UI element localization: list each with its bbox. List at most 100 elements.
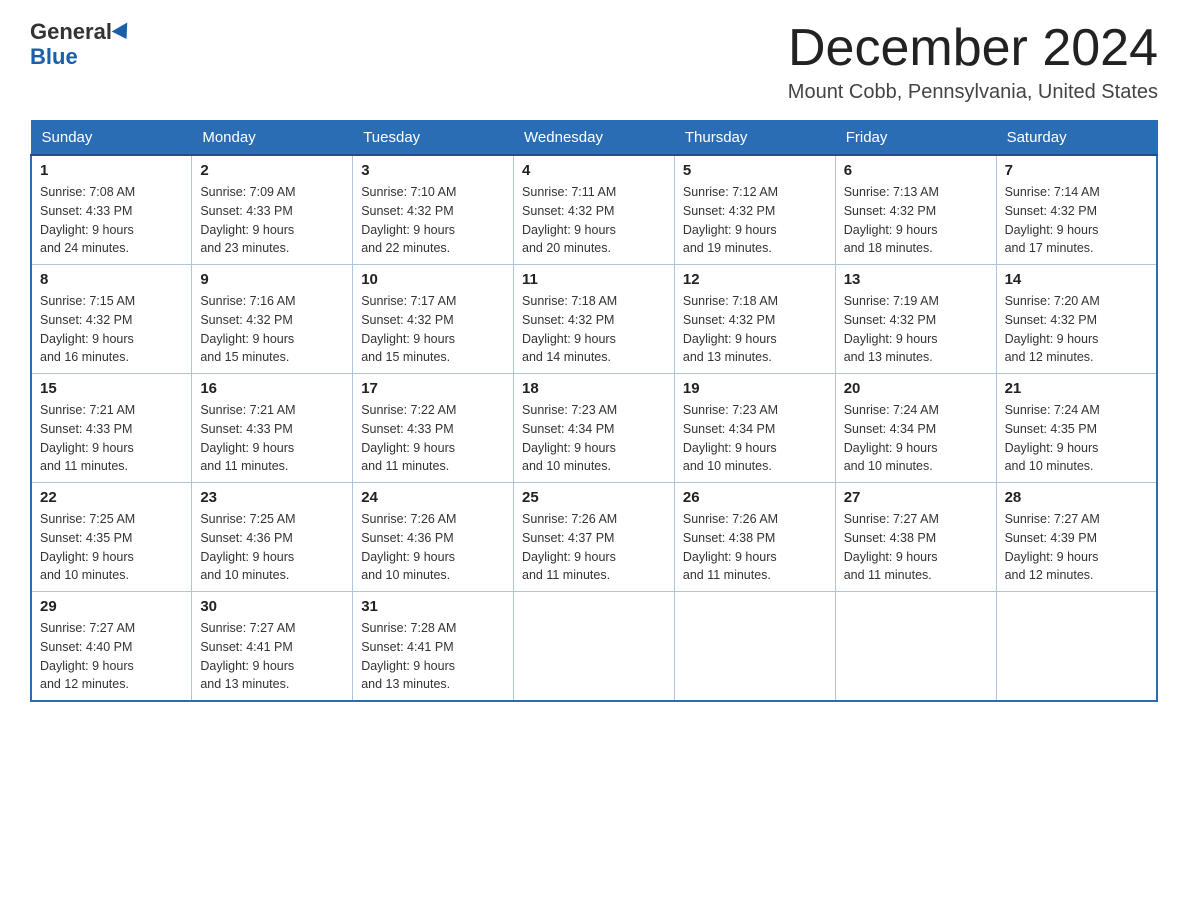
table-row: 28 Sunrise: 7:27 AM Sunset: 4:39 PM Dayl… [996, 483, 1157, 592]
table-row: 5 Sunrise: 7:12 AM Sunset: 4:32 PM Dayli… [674, 155, 835, 265]
day-number: 21 [1005, 380, 1148, 397]
table-row: 13 Sunrise: 7:19 AM Sunset: 4:32 PM Dayl… [835, 265, 996, 374]
logo-line2: Blue [30, 44, 78, 70]
day-number: 8 [40, 271, 183, 288]
day-info: Sunrise: 7:18 AM Sunset: 4:32 PM Dayligh… [683, 292, 827, 367]
day-number: 7 [1005, 162, 1148, 179]
day-info: Sunrise: 7:10 AM Sunset: 4:32 PM Dayligh… [361, 183, 505, 258]
day-info: Sunrise: 7:21 AM Sunset: 4:33 PM Dayligh… [40, 401, 183, 476]
day-info: Sunrise: 7:16 AM Sunset: 4:32 PM Dayligh… [200, 292, 344, 367]
table-row: 19 Sunrise: 7:23 AM Sunset: 4:34 PM Dayl… [674, 374, 835, 483]
col-friday: Friday [835, 121, 996, 156]
table-row [674, 592, 835, 702]
day-number: 3 [361, 162, 505, 179]
day-info: Sunrise: 7:28 AM Sunset: 4:41 PM Dayligh… [361, 619, 505, 694]
table-row: 1 Sunrise: 7:08 AM Sunset: 4:33 PM Dayli… [31, 155, 192, 265]
table-row: 25 Sunrise: 7:26 AM Sunset: 4:37 PM Dayl… [514, 483, 675, 592]
day-number: 30 [200, 598, 344, 615]
logo-triangle-icon [112, 23, 135, 44]
table-row: 6 Sunrise: 7:13 AM Sunset: 4:32 PM Dayli… [835, 155, 996, 265]
day-number: 5 [683, 162, 827, 179]
day-number: 6 [844, 162, 988, 179]
day-number: 15 [40, 380, 183, 397]
day-info: Sunrise: 7:24 AM Sunset: 4:35 PM Dayligh… [1005, 401, 1148, 476]
day-info: Sunrise: 7:27 AM Sunset: 4:38 PM Dayligh… [844, 510, 988, 585]
table-row: 22 Sunrise: 7:25 AM Sunset: 4:35 PM Dayl… [31, 483, 192, 592]
day-info: Sunrise: 7:19 AM Sunset: 4:32 PM Dayligh… [844, 292, 988, 367]
col-wednesday: Wednesday [514, 121, 675, 156]
table-row: 14 Sunrise: 7:20 AM Sunset: 4:32 PM Dayl… [996, 265, 1157, 374]
day-number: 28 [1005, 489, 1148, 506]
table-row: 7 Sunrise: 7:14 AM Sunset: 4:32 PM Dayli… [996, 155, 1157, 265]
day-info: Sunrise: 7:21 AM Sunset: 4:33 PM Dayligh… [200, 401, 344, 476]
day-info: Sunrise: 7:25 AM Sunset: 4:36 PM Dayligh… [200, 510, 344, 585]
day-number: 19 [683, 380, 827, 397]
day-number: 20 [844, 380, 988, 397]
day-number: 4 [522, 162, 666, 179]
table-row [835, 592, 996, 702]
day-info: Sunrise: 7:12 AM Sunset: 4:32 PM Dayligh… [683, 183, 827, 258]
day-info: Sunrise: 7:25 AM Sunset: 4:35 PM Dayligh… [40, 510, 183, 585]
table-row: 11 Sunrise: 7:18 AM Sunset: 4:32 PM Dayl… [514, 265, 675, 374]
col-tuesday: Tuesday [353, 121, 514, 156]
table-row [996, 592, 1157, 702]
day-info: Sunrise: 7:17 AM Sunset: 4:32 PM Dayligh… [361, 292, 505, 367]
day-number: 27 [844, 489, 988, 506]
table-row: 18 Sunrise: 7:23 AM Sunset: 4:34 PM Dayl… [514, 374, 675, 483]
table-row: 21 Sunrise: 7:24 AM Sunset: 4:35 PM Dayl… [996, 374, 1157, 483]
table-row [514, 592, 675, 702]
table-row: 10 Sunrise: 7:17 AM Sunset: 4:32 PM Dayl… [353, 265, 514, 374]
day-info: Sunrise: 7:26 AM Sunset: 4:38 PM Dayligh… [683, 510, 827, 585]
day-number: 1 [40, 162, 183, 179]
day-info: Sunrise: 7:18 AM Sunset: 4:32 PM Dayligh… [522, 292, 666, 367]
day-info: Sunrise: 7:27 AM Sunset: 4:41 PM Dayligh… [200, 619, 344, 694]
day-info: Sunrise: 7:15 AM Sunset: 4:32 PM Dayligh… [40, 292, 183, 367]
table-row: 2 Sunrise: 7:09 AM Sunset: 4:33 PM Dayli… [192, 155, 353, 265]
col-thursday: Thursday [674, 121, 835, 156]
day-number: 17 [361, 380, 505, 397]
table-row: 27 Sunrise: 7:27 AM Sunset: 4:38 PM Dayl… [835, 483, 996, 592]
day-number: 23 [200, 489, 344, 506]
table-row: 8 Sunrise: 7:15 AM Sunset: 4:32 PM Dayli… [31, 265, 192, 374]
day-info: Sunrise: 7:13 AM Sunset: 4:32 PM Dayligh… [844, 183, 988, 258]
day-info: Sunrise: 7:23 AM Sunset: 4:34 PM Dayligh… [522, 401, 666, 476]
day-number: 25 [522, 489, 666, 506]
day-number: 22 [40, 489, 183, 506]
calendar-week-row: 1 Sunrise: 7:08 AM Sunset: 4:33 PM Dayli… [31, 155, 1157, 265]
table-row: 30 Sunrise: 7:27 AM Sunset: 4:41 PM Dayl… [192, 592, 353, 702]
col-saturday: Saturday [996, 121, 1157, 156]
day-info: Sunrise: 7:14 AM Sunset: 4:32 PM Dayligh… [1005, 183, 1148, 258]
table-row: 23 Sunrise: 7:25 AM Sunset: 4:36 PM Dayl… [192, 483, 353, 592]
day-number: 12 [683, 271, 827, 288]
day-number: 16 [200, 380, 344, 397]
table-row: 9 Sunrise: 7:16 AM Sunset: 4:32 PM Dayli… [192, 265, 353, 374]
month-title: December 2024 [788, 20, 1158, 77]
day-number: 9 [200, 271, 344, 288]
table-row: 29 Sunrise: 7:27 AM Sunset: 4:40 PM Dayl… [31, 592, 192, 702]
day-number: 24 [361, 489, 505, 506]
logo: General Blue [30, 20, 132, 70]
day-info: Sunrise: 7:26 AM Sunset: 4:36 PM Dayligh… [361, 510, 505, 585]
table-row: 3 Sunrise: 7:10 AM Sunset: 4:32 PM Dayli… [353, 155, 514, 265]
calendar-week-row: 22 Sunrise: 7:25 AM Sunset: 4:35 PM Dayl… [31, 483, 1157, 592]
day-info: Sunrise: 7:27 AM Sunset: 4:39 PM Dayligh… [1005, 510, 1148, 585]
table-row: 20 Sunrise: 7:24 AM Sunset: 4:34 PM Dayl… [835, 374, 996, 483]
calendar-week-row: 8 Sunrise: 7:15 AM Sunset: 4:32 PM Dayli… [31, 265, 1157, 374]
day-number: 18 [522, 380, 666, 397]
table-row: 26 Sunrise: 7:26 AM Sunset: 4:38 PM Dayl… [674, 483, 835, 592]
day-number: 31 [361, 598, 505, 615]
table-row: 12 Sunrise: 7:18 AM Sunset: 4:32 PM Dayl… [674, 265, 835, 374]
day-info: Sunrise: 7:08 AM Sunset: 4:33 PM Dayligh… [40, 183, 183, 258]
day-info: Sunrise: 7:27 AM Sunset: 4:40 PM Dayligh… [40, 619, 183, 694]
day-info: Sunrise: 7:23 AM Sunset: 4:34 PM Dayligh… [683, 401, 827, 476]
day-number: 13 [844, 271, 988, 288]
page-header: General Blue December 2024 Mount Cobb, P… [30, 20, 1158, 104]
col-monday: Monday [192, 121, 353, 156]
day-info: Sunrise: 7:09 AM Sunset: 4:33 PM Dayligh… [200, 183, 344, 258]
day-number: 29 [40, 598, 183, 615]
day-info: Sunrise: 7:24 AM Sunset: 4:34 PM Dayligh… [844, 401, 988, 476]
calendar-table: Sunday Monday Tuesday Wednesday Thursday… [30, 120, 1158, 702]
calendar-week-row: 15 Sunrise: 7:21 AM Sunset: 4:33 PM Dayl… [31, 374, 1157, 483]
day-info: Sunrise: 7:22 AM Sunset: 4:33 PM Dayligh… [361, 401, 505, 476]
calendar-week-row: 29 Sunrise: 7:27 AM Sunset: 4:40 PM Dayl… [31, 592, 1157, 702]
